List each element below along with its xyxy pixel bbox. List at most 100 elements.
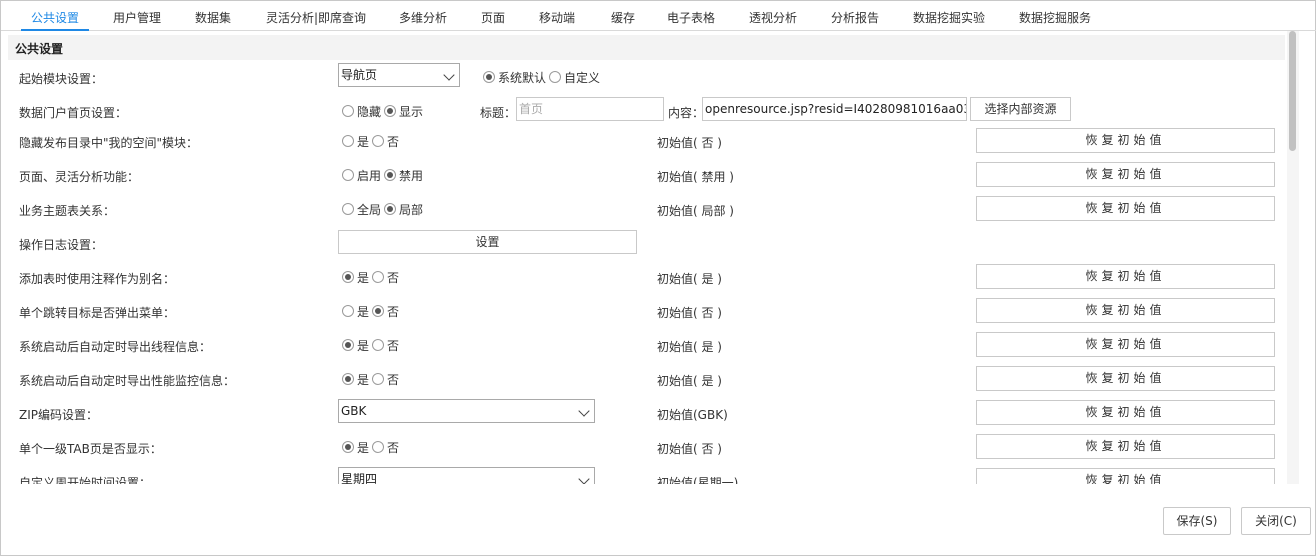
initial-value: 初始值( 否 ) bbox=[657, 306, 722, 320]
restore-default-button[interactable]: 恢复初始值 bbox=[976, 434, 1275, 459]
single-tab-radio-group: 是 否 bbox=[342, 439, 402, 455]
vertical-scrollbar[interactable] bbox=[1287, 31, 1299, 484]
radio-group: 启用 禁用 bbox=[342, 167, 426, 183]
setting-row: 系统启动后自动定时导出线程信息：是否初始值( 是 ) 恢复初始值 bbox=[8, 328, 1287, 362]
radio-circle bbox=[342, 373, 354, 385]
tab-item[interactable]: 多维分析 bbox=[399, 9, 447, 31]
chevron-down-icon bbox=[578, 405, 590, 417]
radio-system-default[interactable]: 系统默认 bbox=[483, 69, 546, 86]
setting-row: 业务主题表关系： 全局 局部 初始值( 局部 ) 恢复初始值 bbox=[8, 192, 1287, 226]
tab-item[interactable]: 数据挖掘实验 bbox=[913, 9, 985, 31]
radio-yes[interactable]: 是 bbox=[342, 439, 369, 456]
week-start-select[interactable]: 星期四 bbox=[338, 467, 595, 484]
radio-label: 否 bbox=[387, 338, 400, 353]
radio-option[interactable]: 否 bbox=[372, 371, 399, 388]
radio-no[interactable]: 否 bbox=[372, 439, 399, 456]
radio-label: 是 bbox=[357, 440, 370, 455]
radio-option[interactable]: 否 bbox=[372, 133, 399, 150]
initial-value: 初始值(星期一) bbox=[657, 476, 739, 484]
radio-option[interactable]: 局部 bbox=[384, 201, 423, 218]
initial-value: 初始值( 是 ) bbox=[657, 374, 722, 388]
setting-label: 单个一级TAB页是否显示： bbox=[19, 442, 162, 456]
radio-label: 否 bbox=[387, 270, 400, 285]
oplog-settings-button[interactable]: 设置 bbox=[338, 230, 637, 254]
restore-default-button[interactable]: 恢复初始值 bbox=[976, 162, 1275, 187]
title-label: 标题： bbox=[480, 106, 517, 120]
tab-item[interactable]: 缓存 bbox=[611, 9, 635, 31]
initial-value: 初始值(GBK) bbox=[657, 408, 728, 422]
radio-label: 系统默认 bbox=[498, 70, 547, 85]
start-module-radio-group: 系统默认 自定义 bbox=[483, 69, 603, 85]
settings-panel[interactable]: 起始模块设置： 导航页 系统默认 自定义 数据门户首页设置： 隐藏 显示 标题：… bbox=[8, 60, 1287, 484]
tab-item[interactable]: 灵活分析|即席查询 bbox=[266, 9, 366, 31]
restore-default-button[interactable]: 恢复初始值 bbox=[976, 264, 1275, 289]
setting-label: 操作日志设置： bbox=[19, 238, 104, 252]
radio-circle bbox=[342, 203, 354, 215]
setting-row: 系统启动后自动定时导出性能监控信息：是否初始值( 是 ) 恢复初始值 bbox=[8, 362, 1287, 396]
restore-default-button[interactable]: 恢复初始值 bbox=[976, 332, 1275, 357]
tab-item[interactable]: 电子表格 bbox=[667, 9, 715, 31]
restore-default-button[interactable]: 恢复初始值 bbox=[976, 366, 1275, 391]
title-input[interactable]: 首页 bbox=[516, 97, 664, 121]
tab-item[interactable]: 数据挖掘服务 bbox=[1019, 9, 1091, 31]
setting-label: 起始模块设置： bbox=[19, 72, 104, 86]
tab-item[interactable]: 数据集 bbox=[195, 9, 231, 31]
select-value: GBK bbox=[341, 404, 367, 418]
radio-option[interactable]: 全局 bbox=[342, 201, 381, 218]
content-label: 内容： bbox=[668, 106, 705, 120]
zip-encoding-select[interactable]: GBK bbox=[338, 399, 595, 423]
radio-group: 是否 bbox=[342, 337, 402, 353]
tab-item[interactable]: 公共设置 bbox=[20, 9, 90, 31]
save-button[interactable]: 保存(S) bbox=[1163, 507, 1231, 535]
restore-default-button[interactable]: 恢复初始值 bbox=[976, 196, 1275, 221]
setting-label: 业务主题表关系： bbox=[19, 204, 116, 218]
setting-label: 添加表时使用注释作为别名： bbox=[19, 272, 176, 286]
tab-item[interactable]: 用户管理 bbox=[113, 9, 161, 31]
setting-label: 数据门户首页设置： bbox=[19, 106, 128, 120]
setting-label: 单个跳转目标是否弹出菜单： bbox=[19, 306, 176, 320]
radio-circle bbox=[372, 305, 385, 317]
choose-internal-resource-button[interactable]: 选择内部资源 bbox=[970, 97, 1071, 121]
tab-item[interactable]: 页面 bbox=[481, 9, 505, 31]
radio-circle bbox=[342, 339, 354, 351]
radio-group: 全局 局部 bbox=[342, 201, 426, 217]
radio-option[interactable]: 是 bbox=[342, 269, 369, 286]
radio-option[interactable]: 否 bbox=[372, 303, 399, 320]
radio-circle bbox=[549, 71, 562, 83]
close-button[interactable]: 关闭(C) bbox=[1241, 507, 1311, 535]
radio-custom[interactable]: 自定义 bbox=[549, 69, 600, 86]
radio-circle bbox=[372, 271, 385, 283]
radio-hide[interactable]: 隐藏 bbox=[342, 103, 381, 120]
tab-item[interactable]: 分析报告 bbox=[831, 9, 879, 31]
radio-option[interactable]: 否 bbox=[372, 337, 399, 354]
radio-option[interactable]: 是 bbox=[342, 337, 369, 354]
setting-row-portal-home: 数据门户首页设置： 隐藏 显示 标题： 首页 内容： openresource.… bbox=[8, 94, 1287, 128]
radio-show[interactable]: 显示 bbox=[384, 103, 423, 120]
restore-default-button[interactable]: 恢复初始值 bbox=[976, 298, 1275, 323]
radio-option[interactable]: 是 bbox=[342, 133, 369, 150]
radio-option[interactable]: 禁用 bbox=[384, 167, 423, 184]
radio-option[interactable]: 否 bbox=[372, 269, 399, 286]
select-value: 导航页 bbox=[341, 68, 378, 82]
restore-default-button[interactable]: 恢复初始值 bbox=[976, 128, 1275, 153]
radio-circle bbox=[342, 169, 354, 181]
scrollbar-thumb[interactable] bbox=[1289, 31, 1296, 151]
radio-label: 是 bbox=[357, 372, 370, 387]
content-input[interactable]: openresource.jsp?resid=I40280981016aa032… bbox=[702, 97, 967, 121]
initial-value: 初始值( 否 ) bbox=[657, 442, 722, 456]
radio-label: 否 bbox=[387, 372, 400, 387]
radio-option[interactable]: 启用 bbox=[342, 167, 381, 184]
start-module-select[interactable]: 导航页 bbox=[338, 63, 460, 87]
tab-item[interactable]: 透视分析 bbox=[749, 9, 797, 31]
section-title: 公共设置 bbox=[15, 42, 64, 56]
setting-label: 隐藏发布目录中"我的空间"模块： bbox=[19, 136, 199, 150]
radio-option[interactable]: 是 bbox=[342, 303, 369, 320]
restore-default-button[interactable]: 恢复初始值 bbox=[976, 400, 1275, 425]
radio-option[interactable]: 是 bbox=[342, 371, 369, 388]
chevron-down-icon bbox=[443, 69, 455, 81]
restore-default-button[interactable]: 恢复初始值 bbox=[976, 468, 1275, 484]
setting-row-zip: ZIP编码设置： GBK 初始值(GBK) 恢复初始值 bbox=[8, 396, 1287, 430]
tab-item[interactable]: 移动端 bbox=[539, 9, 575, 31]
radio-label: 否 bbox=[387, 304, 400, 319]
section-header: 公共设置 bbox=[8, 35, 1285, 60]
